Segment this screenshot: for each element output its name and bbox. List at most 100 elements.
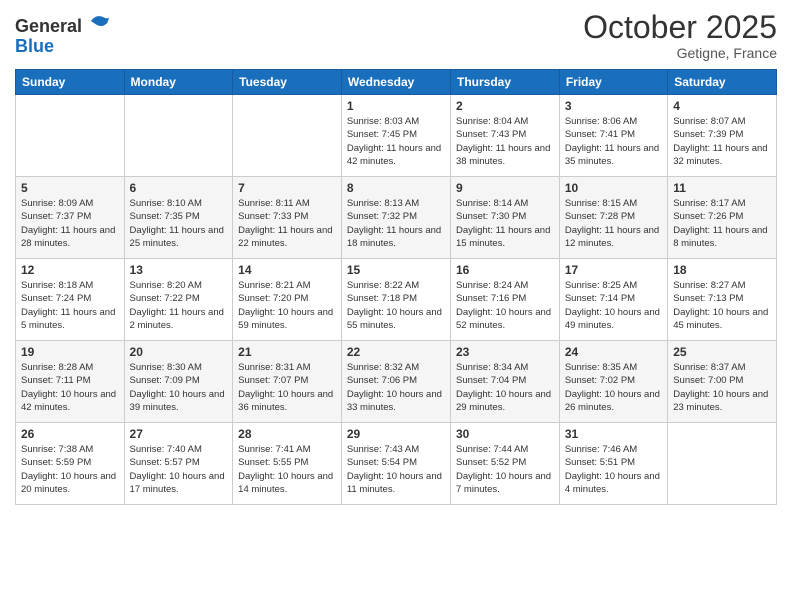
day-number: 30: [456, 427, 554, 441]
day-number: 8: [347, 181, 445, 195]
day-cell: 30 Sunrise: 7:44 AM Sunset: 5:52 PM Dayli…: [451, 423, 560, 505]
day-number: 9: [456, 181, 554, 195]
day-cell: 14 Sunrise: 8:21 AM Sunset: 7:20 PM Dayli…: [233, 259, 342, 341]
day-info: Sunrise: 7:43 AM Sunset: 5:54 PM Dayligh…: [347, 443, 445, 496]
day-cell: 10 Sunrise: 8:15 AM Sunset: 7:28 PM Dayli…: [559, 177, 667, 259]
week-row-5: 26 Sunrise: 7:38 AM Sunset: 5:59 PM Dayli…: [16, 423, 777, 505]
day-cell: 19 Sunrise: 8:28 AM Sunset: 7:11 PM Dayli…: [16, 341, 125, 423]
day-info: Sunrise: 8:07 AM Sunset: 7:39 PM Dayligh…: [673, 115, 771, 168]
day-info: Sunrise: 8:35 AM Sunset: 7:02 PM Dayligh…: [565, 361, 662, 414]
location-subtitle: Getigne, France: [583, 45, 777, 61]
calendar-table: Sunday Monday Tuesday Wednesday Thursday…: [15, 69, 777, 505]
day-info: Sunrise: 8:28 AM Sunset: 7:11 PM Dayligh…: [21, 361, 119, 414]
day-number: 21: [238, 345, 336, 359]
weekday-header-row: Sunday Monday Tuesday Wednesday Thursday…: [16, 70, 777, 95]
day-cell: 1Sunrise: 8:03 AM Sunset: 7:45 PM Daylig…: [341, 95, 450, 177]
month-title: October 2025: [583, 10, 777, 45]
day-number: 2: [456, 99, 554, 113]
day-number: 3: [565, 99, 662, 113]
header-monday: Monday: [124, 70, 233, 95]
logo-blue-text: Blue: [15, 37, 111, 57]
day-number: 11: [673, 181, 771, 195]
day-info: Sunrise: 8:15 AM Sunset: 7:28 PM Dayligh…: [565, 197, 662, 250]
day-cell: 2 Sunrise: 8:04 AM Sunset: 7:43 PM Daylig…: [451, 95, 560, 177]
day-cell: [16, 95, 125, 177]
title-section: October 2025 Getigne, France: [583, 10, 777, 61]
logo-text: General: [15, 10, 111, 37]
day-cell: 27 Sunrise: 7:40 AM Sunset: 5:57 PM Dayli…: [124, 423, 233, 505]
day-cell: 16Sunrise: 8:24 AM Sunset: 7:16 PM Dayli…: [451, 259, 560, 341]
day-info: Sunrise: 7:38 AM Sunset: 5:59 PM Dayligh…: [21, 443, 119, 496]
week-row-3: 12 Sunrise: 8:18 AM Sunset: 7:24 PM Dayli…: [16, 259, 777, 341]
day-info: Sunrise: 8:20 AM Sunset: 7:22 PM Dayligh…: [130, 279, 228, 332]
day-cell: 13 Sunrise: 8:20 AM Sunset: 7:22 PM Dayli…: [124, 259, 233, 341]
day-cell: 25Sunrise: 8:37 AM Sunset: 7:00 PM Dayli…: [668, 341, 777, 423]
day-info: Sunrise: 8:18 AM Sunset: 7:24 PM Dayligh…: [21, 279, 119, 332]
day-number: 13: [130, 263, 228, 277]
day-info: Sunrise: 8:21 AM Sunset: 7:20 PM Dayligh…: [238, 279, 336, 332]
day-info: Sunrise: 8:17 AM Sunset: 7:26 PM Dayligh…: [673, 197, 771, 250]
day-number: 14: [238, 263, 336, 277]
day-number: 25: [673, 345, 771, 359]
calendar-container: General Blue October 2025 Getigne, Franc…: [0, 0, 792, 612]
day-info: Sunrise: 8:04 AM Sunset: 7:43 PM Dayligh…: [456, 115, 554, 168]
day-info: Sunrise: 8:14 AM Sunset: 7:30 PM Dayligh…: [456, 197, 554, 250]
header-friday: Friday: [559, 70, 667, 95]
day-number: 26: [21, 427, 119, 441]
day-info: Sunrise: 8:06 AM Sunset: 7:41 PM Dayligh…: [565, 115, 662, 168]
header-wednesday: Wednesday: [341, 70, 450, 95]
day-number: 23: [456, 345, 554, 359]
day-number: 10: [565, 181, 662, 195]
day-number: 4: [673, 99, 771, 113]
logo: General Blue: [15, 10, 111, 57]
day-number: 24: [565, 345, 662, 359]
header: General Blue October 2025 Getigne, Franc…: [15, 10, 777, 61]
day-number: 12: [21, 263, 119, 277]
day-info: Sunrise: 7:46 AM Sunset: 5:51 PM Dayligh…: [565, 443, 662, 496]
day-cell: 3 Sunrise: 8:06 AM Sunset: 7:41 PM Daylig…: [559, 95, 667, 177]
day-info: Sunrise: 8:13 AM Sunset: 7:32 PM Dayligh…: [347, 197, 445, 250]
day-info: Sunrise: 8:32 AM Sunset: 7:06 PM Dayligh…: [347, 361, 445, 414]
day-info: Sunrise: 8:22 AM Sunset: 7:18 PM Dayligh…: [347, 279, 445, 332]
day-number: 15: [347, 263, 445, 277]
day-info: Sunrise: 8:03 AM Sunset: 7:45 PM Dayligh…: [347, 115, 445, 168]
week-row-1: 1Sunrise: 8:03 AM Sunset: 7:45 PM Daylig…: [16, 95, 777, 177]
day-number: 18: [673, 263, 771, 277]
day-number: 31: [565, 427, 662, 441]
day-number: 28: [238, 427, 336, 441]
day-cell: 17Sunrise: 8:25 AM Sunset: 7:14 PM Dayli…: [559, 259, 667, 341]
day-cell: 5Sunrise: 8:09 AM Sunset: 7:37 PM Daylig…: [16, 177, 125, 259]
day-cell: [124, 95, 233, 177]
day-cell: [668, 423, 777, 505]
day-cell: 22 Sunrise: 8:32 AM Sunset: 7:06 PM Dayli…: [341, 341, 450, 423]
day-cell: 24 Sunrise: 8:35 AM Sunset: 7:02 PM Dayli…: [559, 341, 667, 423]
day-cell: 31 Sunrise: 7:46 AM Sunset: 5:51 PM Dayli…: [559, 423, 667, 505]
header-saturday: Saturday: [668, 70, 777, 95]
day-info: Sunrise: 8:10 AM Sunset: 7:35 PM Dayligh…: [130, 197, 228, 250]
day-cell: 18Sunrise: 8:27 AM Sunset: 7:13 PM Dayli…: [668, 259, 777, 341]
day-number: 16: [456, 263, 554, 277]
day-info: Sunrise: 7:40 AM Sunset: 5:57 PM Dayligh…: [130, 443, 228, 496]
day-info: Sunrise: 7:44 AM Sunset: 5:52 PM Dayligh…: [456, 443, 554, 496]
day-cell: [233, 95, 342, 177]
day-number: 27: [130, 427, 228, 441]
day-number: 20: [130, 345, 228, 359]
day-number: 6: [130, 181, 228, 195]
header-tuesday: Tuesday: [233, 70, 342, 95]
day-number: 19: [21, 345, 119, 359]
day-info: Sunrise: 8:11 AM Sunset: 7:33 PM Dayligh…: [238, 197, 336, 250]
day-number: 22: [347, 345, 445, 359]
day-cell: 7 Sunrise: 8:11 AM Sunset: 7:33 PM Daylig…: [233, 177, 342, 259]
day-info: Sunrise: 8:25 AM Sunset: 7:14 PM Dayligh…: [565, 279, 662, 332]
day-number: 29: [347, 427, 445, 441]
logo-general: General: [15, 16, 82, 36]
day-cell: 26 Sunrise: 7:38 AM Sunset: 5:59 PM Dayli…: [16, 423, 125, 505]
day-cell: 28Sunrise: 7:41 AM Sunset: 5:55 PM Dayli…: [233, 423, 342, 505]
day-number: 7: [238, 181, 336, 195]
day-info: Sunrise: 8:09 AM Sunset: 7:37 PM Dayligh…: [21, 197, 119, 250]
logo-blue: Blue: [15, 36, 54, 56]
day-cell: 29 Sunrise: 7:43 AM Sunset: 5:54 PM Dayli…: [341, 423, 450, 505]
day-info: Sunrise: 8:30 AM Sunset: 7:09 PM Dayligh…: [130, 361, 228, 414]
day-info: Sunrise: 8:34 AM Sunset: 7:04 PM Dayligh…: [456, 361, 554, 414]
header-thursday: Thursday: [451, 70, 560, 95]
